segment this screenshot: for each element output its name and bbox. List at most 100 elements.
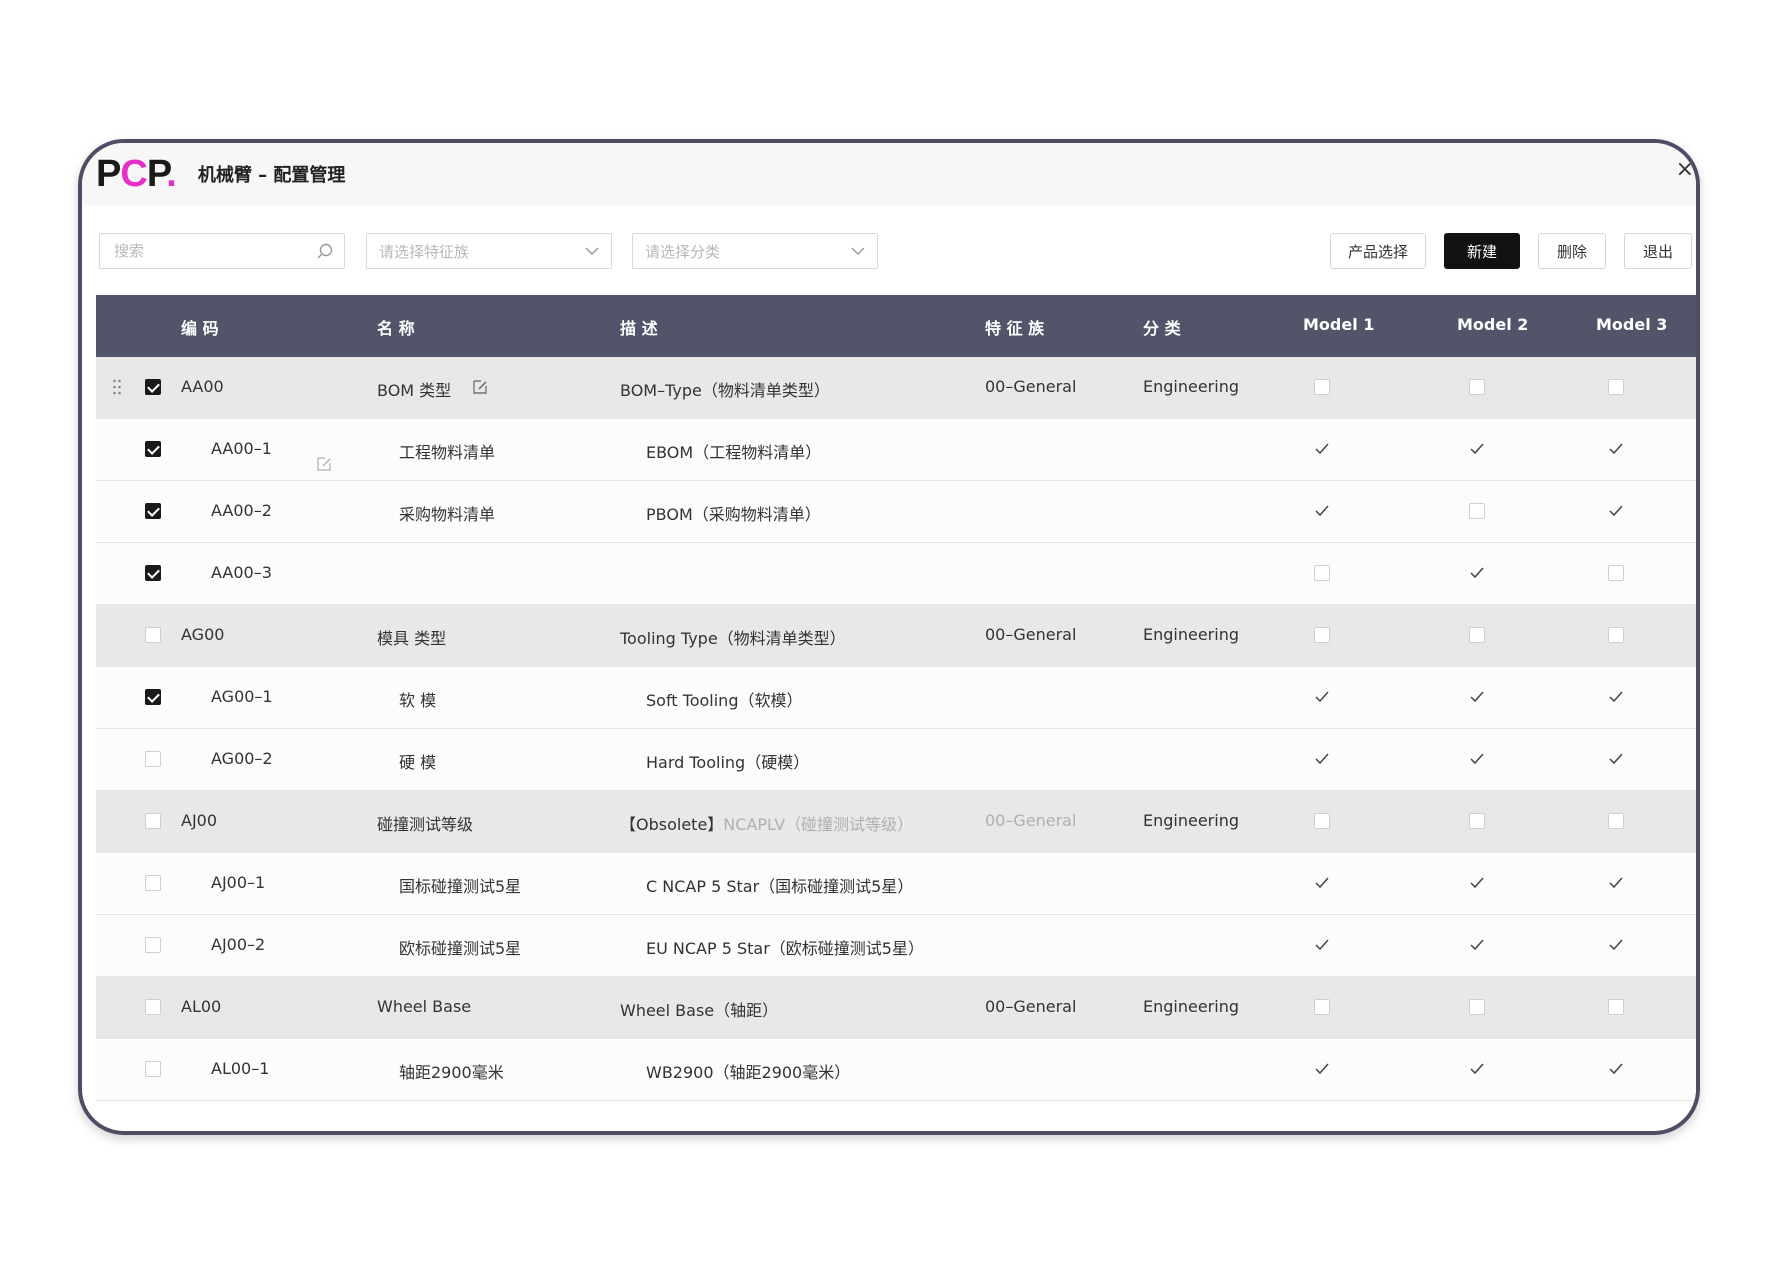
edit-icon[interactable] [315, 455, 333, 473]
model-checkbox[interactable] [1469, 813, 1485, 829]
column-family[interactable]: 特 征 族 [985, 315, 1044, 339]
table-row[interactable]: AA00–1 工程物料清单 EBOM（工程物料清单） [96, 419, 1696, 481]
row-checkbox[interactable] [145, 565, 161, 581]
model-checkbox[interactable] [1469, 503, 1485, 519]
cell-desc: EU NCAP 5 Star（欧标碰撞测试5星） [646, 939, 924, 958]
model-checkbox[interactable] [1314, 379, 1330, 395]
category-select[interactable]: 请选择分类 [632, 233, 878, 269]
drag-handle-icon[interactable] [112, 378, 122, 396]
model-check-icon[interactable] [1608, 441, 1624, 457]
table-group-row[interactable]: AJ00 碰撞测试等级 【Obsolete】NCAPLV（碰撞测试等级） 00–Gen… [96, 791, 1696, 853]
exit-button[interactable]: 退出 [1624, 233, 1692, 269]
column-desc[interactable]: 描 述 [620, 315, 658, 339]
model-check-icon[interactable] [1608, 1061, 1624, 1077]
table-group-row[interactable]: AL00 Wheel Base Wheel Base（轴距） 00–General En… [96, 977, 1696, 1039]
row-checkbox[interactable] [145, 937, 161, 953]
model-checkbox[interactable] [1469, 627, 1485, 643]
cell-code: AA00 [181, 377, 224, 396]
cell-name: 国标碰撞测试5星 [399, 877, 522, 896]
model-checkbox[interactable] [1608, 813, 1624, 829]
model-check-icon[interactable] [1608, 751, 1624, 767]
model-checkbox[interactable] [1608, 379, 1624, 395]
table-row[interactable]: AG00–1 软 模 Soft Tooling（软模） [96, 667, 1696, 729]
model-check-icon[interactable] [1608, 689, 1624, 705]
row-checkbox[interactable] [145, 813, 161, 829]
model-check-icon[interactable] [1608, 503, 1624, 519]
model-check-icon[interactable] [1314, 1061, 1330, 1077]
chevron-down-icon [851, 247, 865, 255]
model-check-icon[interactable] [1469, 1061, 1485, 1077]
model-check-icon[interactable] [1314, 503, 1330, 519]
model-checkbox[interactable] [1608, 999, 1624, 1015]
model-check-icon[interactable] [1608, 875, 1624, 891]
cell-family: 00–General [985, 377, 1077, 396]
row-checkbox[interactable] [145, 999, 161, 1015]
table-row[interactable]: AJ00–2 欧标碰撞测试5星 EU NCAP 5 Star（欧标碰撞测试5星） [96, 915, 1696, 977]
column-model1[interactable]: Model 1 [1303, 315, 1374, 334]
table-group-row[interactable]: AA00 BOM 类型 BOM–Type（物料清单类型） 00–General Engi… [96, 357, 1696, 419]
table-row[interactable]: AJ00–1 国标碰撞测试5星 C NCAP 5 Star（国标碰撞测试5星） [96, 853, 1696, 915]
model-check-icon[interactable] [1469, 565, 1485, 581]
model-checkbox[interactable] [1314, 999, 1330, 1015]
model-checkbox[interactable] [1314, 813, 1330, 829]
model-checkbox[interactable] [1469, 999, 1485, 1015]
column-category[interactable]: 分 类 [1143, 315, 1181, 339]
table-row[interactable]: AA00–2 采购物料清单 PBOM（采购物料清单） [96, 481, 1696, 543]
cell-desc: BOM–Type（物料清单类型） [620, 381, 830, 400]
cell-category: Engineering [1143, 377, 1239, 396]
cell-desc: Soft Tooling（软模） [646, 691, 803, 710]
row-checkbox[interactable] [145, 751, 161, 767]
model-checkbox[interactable] [1469, 379, 1485, 395]
model-check-icon[interactable] [1608, 937, 1624, 953]
table-row[interactable]: AG00–2 硬 模 Hard Tooling（硬模） [96, 729, 1696, 791]
model-check-icon[interactable] [1469, 875, 1485, 891]
search-input[interactable] [112, 241, 302, 261]
feature-family-select[interactable]: 请选择特征族 [366, 233, 612, 269]
cell-name: 硬 模 [399, 753, 437, 772]
model-check-icon[interactable] [1314, 751, 1330, 767]
row-checkbox[interactable] [145, 503, 161, 519]
cell-family: 00–General [985, 625, 1077, 644]
model-check-icon[interactable] [1314, 875, 1330, 891]
cell-code: AJ00–1 [211, 873, 266, 892]
product-select-button[interactable]: 产品选择 [1330, 233, 1426, 269]
table-group-row[interactable]: AG00 模具 类型 Tooling Type（物料清单类型） 00–General E… [96, 605, 1696, 667]
cell-category: Engineering [1143, 811, 1239, 830]
cell-name: 欧标碰撞测试5星 [399, 939, 522, 958]
row-checkbox[interactable] [145, 441, 161, 457]
model-checkbox[interactable] [1608, 565, 1624, 581]
cell-desc: Hard Tooling（硬模） [646, 753, 810, 772]
delete-button[interactable]: 删除 [1538, 233, 1606, 269]
config-window: PCP. 机械臂 – 配置管理 × 请选择特征族 请选择分类 产品选择 新建 删… [78, 139, 1700, 1135]
column-code[interactable]: 编 码 [181, 315, 219, 339]
table-row[interactable]: AL00–1 轴距2900毫米 WB2900（轴距2900毫米） [96, 1039, 1696, 1101]
model-check-icon[interactable] [1314, 937, 1330, 953]
new-button[interactable]: 新建 [1444, 233, 1520, 269]
model-check-icon[interactable] [1469, 441, 1485, 457]
column-model2[interactable]: Model 2 [1457, 315, 1528, 334]
model-checkbox[interactable] [1314, 627, 1330, 643]
table-row[interactable]: AA00–3 [96, 543, 1696, 605]
row-checkbox[interactable] [145, 1061, 161, 1077]
category-placeholder: 请选择分类 [645, 242, 721, 261]
cell-code: AG00 [181, 625, 225, 644]
model-checkbox[interactable] [1608, 627, 1624, 643]
cell-code: AL00 [181, 997, 222, 1016]
edit-icon[interactable] [471, 378, 489, 396]
model-check-icon[interactable] [1469, 689, 1485, 705]
cell-name: 软 模 [399, 691, 437, 710]
row-checkbox[interactable] [145, 627, 161, 643]
row-checkbox[interactable] [145, 689, 161, 705]
row-checkbox[interactable] [145, 875, 161, 891]
column-name[interactable]: 名 称 [377, 315, 415, 339]
close-icon[interactable]: × [1676, 157, 1694, 182]
model-check-icon[interactable] [1469, 751, 1485, 767]
column-model3[interactable]: Model 3 [1596, 315, 1667, 334]
model-check-icon[interactable] [1314, 441, 1330, 457]
search-icon[interactable] [316, 242, 334, 260]
model-check-icon[interactable] [1469, 937, 1485, 953]
row-checkbox[interactable] [145, 379, 161, 395]
model-checkbox[interactable] [1314, 565, 1330, 581]
model-check-icon[interactable] [1314, 689, 1330, 705]
cell-desc: C NCAP 5 Star（国标碰撞测试5星） [646, 877, 914, 896]
